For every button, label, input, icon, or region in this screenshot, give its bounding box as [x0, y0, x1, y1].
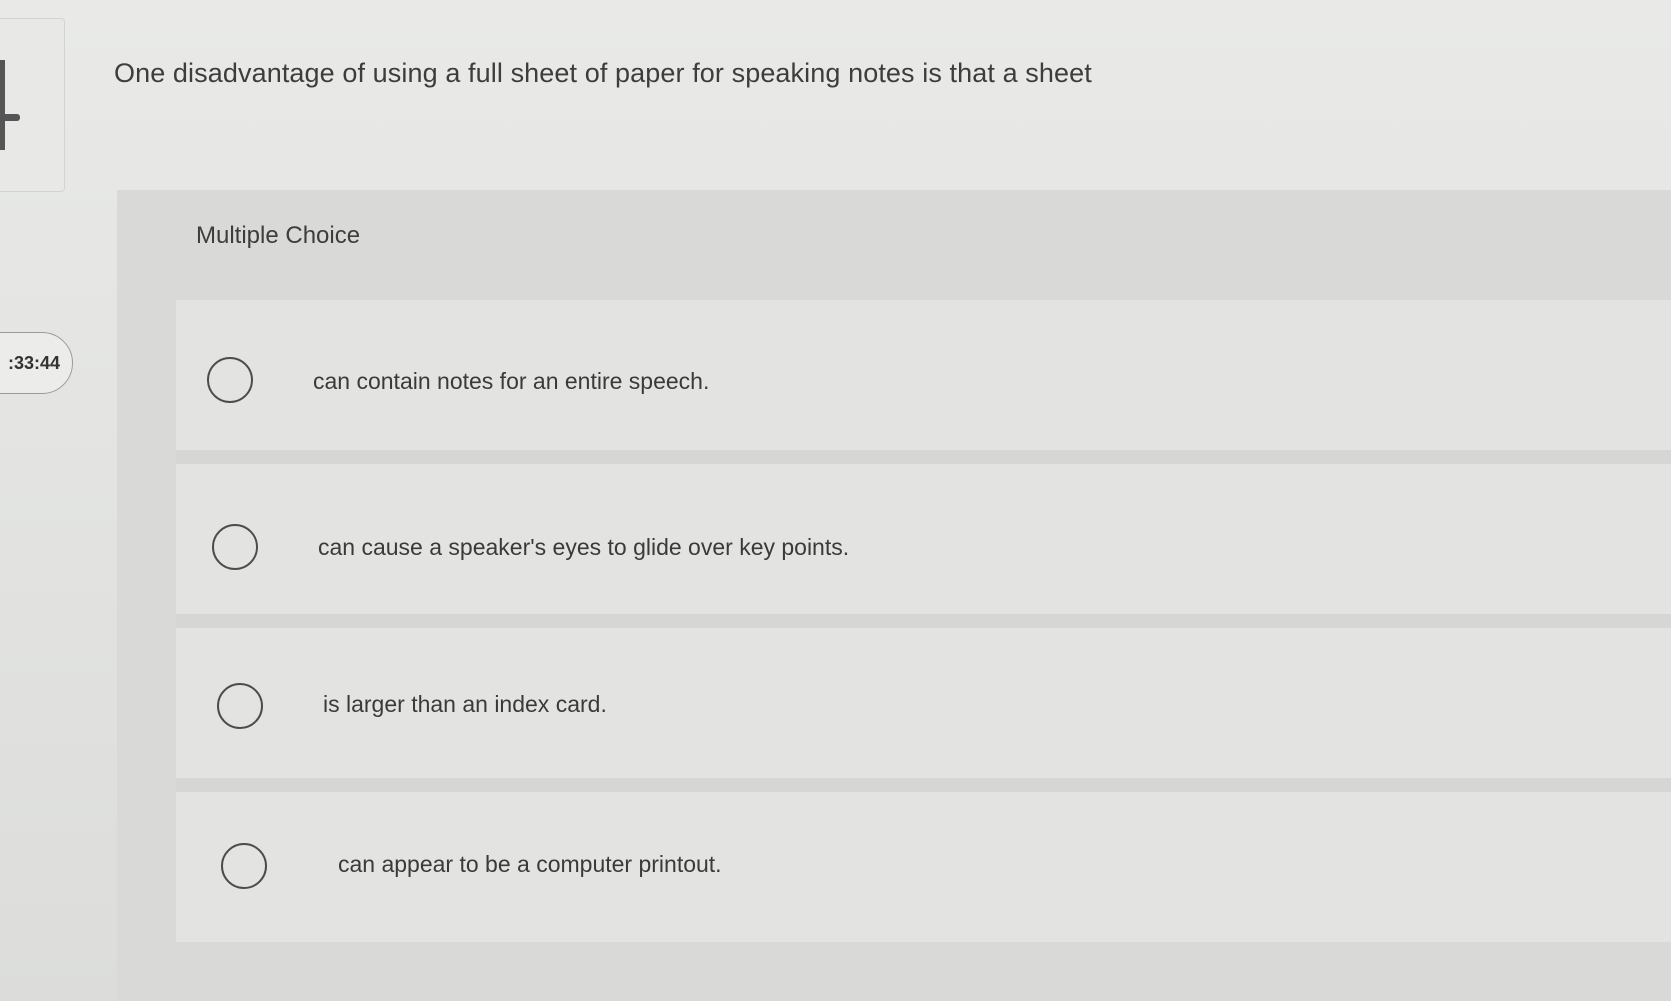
question-nav-panel[interactable] [0, 18, 65, 192]
radio-button-icon[interactable] [217, 683, 263, 729]
question-type-label: Multiple Choice [196, 222, 361, 249]
option-separator [176, 614, 1671, 628]
answer-option-4[interactable]: can appear to be a computer printout. [176, 792, 1671, 942]
answer-option-label: can cause a speaker's eyes to glide over… [318, 534, 850, 560]
answer-option-label: can contain notes for an entire speech. [313, 368, 710, 394]
question-text: One disadvantage of using a full sheet o… [114, 58, 1092, 88]
radio-button-icon[interactable] [212, 524, 258, 570]
answer-option-label: is larger than an index card. [323, 691, 607, 717]
option-separator [176, 778, 1671, 792]
answer-option-1[interactable]: can contain notes for an entire speech. [176, 300, 1671, 450]
radio-button-icon[interactable] [207, 357, 253, 403]
timer-badge[interactable]: :33:44 [0, 332, 73, 394]
answer-option-2[interactable]: can cause a speaker's eyes to glide over… [176, 464, 1671, 614]
timer-value: :33:44 [7, 352, 60, 373]
option-separator [176, 450, 1671, 464]
question-nav-marker-notch [0, 114, 20, 121]
question-nav-marker [0, 60, 5, 150]
radio-button-icon[interactable] [221, 843, 267, 889]
answer-option-3[interactable]: is larger than an index card. [176, 628, 1671, 778]
answer-option-label: can appear to be a computer printout. [338, 851, 722, 877]
